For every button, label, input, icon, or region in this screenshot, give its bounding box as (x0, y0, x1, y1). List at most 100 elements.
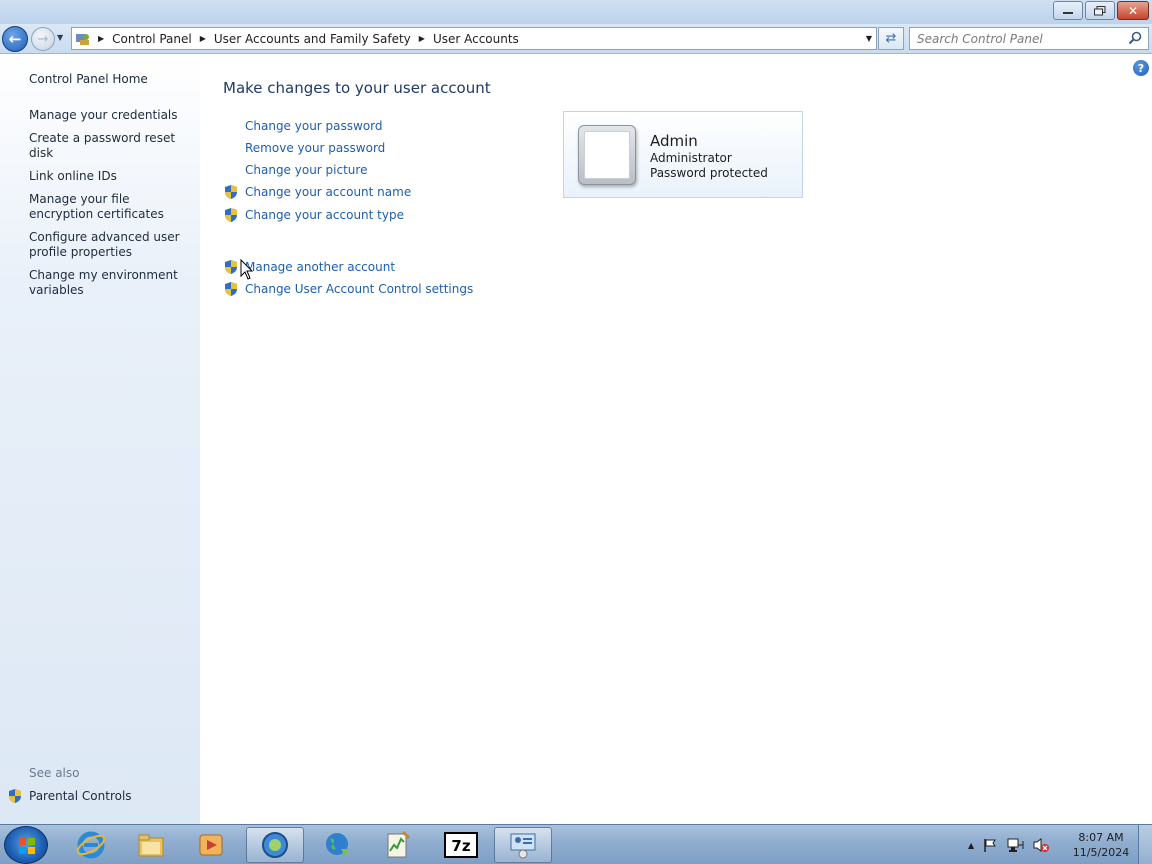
system-tray: ▲ (968, 825, 1050, 864)
uac-shield-icon (225, 208, 237, 222)
taskbar-internet-explorer[interactable] (62, 827, 120, 863)
taskbar-network-app[interactable] (246, 827, 304, 863)
user-password-status: Password protected (650, 166, 768, 180)
address-bar[interactable]: ▶ Control Panel ▶ User Accounts and Fami… (71, 27, 877, 50)
avatar-picture (584, 131, 630, 179)
sidebar: Control Panel Home Manage your credentia… (0, 55, 200, 824)
breadcrumb-separator-icon[interactable]: ▶ (196, 34, 210, 43)
breadcrumb-user-accounts-family-safety[interactable]: User Accounts and Family Safety (210, 28, 415, 49)
change-account-name-link[interactable]: Change your account name (245, 185, 411, 199)
uac-settings-link[interactable]: Change User Account Control settings (245, 282, 473, 296)
task-uac-settings[interactable]: Change User Account Control settings (223, 281, 473, 297)
show-desktop-button[interactable] (1138, 825, 1152, 864)
refresh-icon: ⇄ (885, 31, 897, 46)
back-button[interactable]: ← (2, 26, 28, 52)
recent-pages-dropdown[interactable]: ▼ (57, 33, 63, 42)
task-change-account-name[interactable]: Change your account name (223, 184, 411, 200)
forward-arrow-icon: → (37, 31, 49, 47)
internet-explorer-icon (76, 831, 106, 859)
taskbar-windows-explorer[interactable] (122, 827, 180, 863)
avatar (578, 125, 636, 185)
navigation-bar: ← → ▼ ▶ Control Panel ▶ User Accounts an… (0, 24, 1152, 54)
taskbar: 7z ▲ 8:07 AM 11/5/2024 (0, 824, 1152, 864)
taskbar-control-panel-app[interactable] (494, 827, 552, 863)
search-box[interactable] (909, 27, 1149, 50)
globe-download-icon (326, 833, 349, 856)
task-icon-slot (223, 281, 245, 297)
forward-button[interactable]: → (31, 27, 55, 51)
uac-shield-icon (225, 260, 237, 274)
sidebar-task-list: Manage your credentials Create a passwor… (29, 108, 189, 306)
manage-another-account-link[interactable]: Manage another account (245, 260, 395, 274)
taskbar-notepad-app[interactable] (368, 827, 426, 863)
change-password-link[interactable]: Change your password (245, 119, 383, 133)
folder-icon (138, 834, 164, 857)
user-name: Admin (650, 132, 698, 150)
user-accounts-icon (510, 833, 536, 859)
action-center-flag-icon[interactable] (982, 837, 998, 853)
task-icon-slot (223, 207, 245, 223)
parental-controls-link[interactable]: Parental Controls (29, 789, 132, 804)
change-account-type-link[interactable]: Change your account type (245, 208, 404, 222)
search-icon[interactable] (1128, 31, 1143, 46)
title-bar: ✕ (0, 0, 1152, 24)
restore-icon (1094, 5, 1106, 15)
task-icon-slot (223, 118, 245, 134)
task-change-password[interactable]: Change your password (223, 118, 383, 134)
control-panel-icon (72, 28, 94, 49)
clock-time: 8:07 AM (1078, 831, 1124, 844)
volume-muted-icon[interactable] (1032, 837, 1050, 853)
svg-text:7z: 7z (451, 837, 470, 855)
task-icon-slot (223, 184, 245, 200)
show-hidden-icons-icon[interactable]: ▲ (968, 841, 974, 850)
network-icon[interactable] (1006, 837, 1024, 853)
search-input[interactable] (910, 28, 1120, 49)
sidebar-item-password-reset-disk[interactable]: Create a password reset disk (29, 131, 189, 161)
help-icon[interactable]: ? (1133, 60, 1149, 76)
minimize-button[interactable] (1053, 1, 1083, 20)
notepad-chart-icon (387, 830, 411, 858)
sidebar-item-control-panel-home[interactable]: Control Panel Home (29, 72, 148, 87)
network-globe-icon (262, 832, 288, 858)
task-icon-slot (223, 162, 245, 178)
task-change-account-type[interactable]: Change your account type (223, 207, 404, 223)
start-button[interactable] (4, 826, 48, 864)
taskbar-media-player[interactable] (182, 827, 240, 863)
window-controls: ✕ (1053, 1, 1149, 20)
see-also-heading: See also (29, 766, 80, 780)
breadcrumb-user-accounts[interactable]: User Accounts (429, 28, 523, 49)
uac-shield-icon (9, 789, 21, 803)
clock-date: 11/5/2024 (1072, 846, 1130, 859)
sidebar-item-manage-credentials[interactable]: Manage your credentials (29, 108, 189, 123)
7zip-icon: 7z (444, 832, 478, 858)
sidebar-item-encryption-certificates[interactable]: Manage your file encryption certificates (29, 192, 189, 222)
refresh-button[interactable]: ⇄ (878, 27, 904, 50)
address-dropdown-icon[interactable]: ▼ (866, 34, 872, 43)
breadcrumb-separator-icon[interactable]: ▶ (94, 34, 108, 43)
restore-button[interactable] (1085, 1, 1115, 20)
breadcrumb-control-panel[interactable]: Control Panel (108, 28, 196, 49)
task-icon-slot (223, 140, 245, 156)
taskbar-globe-app[interactable] (308, 827, 366, 863)
user-account-card: Admin Administrator Password protected (563, 111, 803, 198)
taskbar-7zip-app[interactable]: 7z (432, 827, 490, 863)
back-arrow-icon: ← (8, 30, 22, 48)
task-remove-password[interactable]: Remove your password (223, 140, 385, 156)
system-clock[interactable]: 8:07 AM 11/5/2024 (1068, 830, 1134, 860)
uac-shield-icon (225, 185, 237, 199)
task-change-picture[interactable]: Change your picture (223, 162, 367, 178)
windows-logo-icon (19, 838, 35, 854)
sidebar-item-parental-controls[interactable]: Parental Controls (7, 788, 132, 804)
close-button[interactable]: ✕ (1117, 1, 1149, 20)
user-role: Administrator (650, 151, 732, 165)
media-player-icon (199, 834, 223, 856)
sidebar-item-link-online-ids[interactable]: Link online IDs (29, 169, 189, 184)
sidebar-item-advanced-profile-properties[interactable]: Configure advanced user profile properti… (29, 230, 189, 260)
sidebar-item-environment-variables[interactable]: Change my environment variables (29, 268, 189, 298)
page-title: Make changes to your user account (223, 79, 491, 97)
mouse-cursor-icon (240, 259, 254, 280)
close-icon: ✕ (1127, 3, 1139, 18)
breadcrumb-separator-icon[interactable]: ▶ (415, 34, 429, 43)
remove-password-link[interactable]: Remove your password (245, 141, 385, 155)
change-picture-link[interactable]: Change your picture (245, 163, 367, 177)
